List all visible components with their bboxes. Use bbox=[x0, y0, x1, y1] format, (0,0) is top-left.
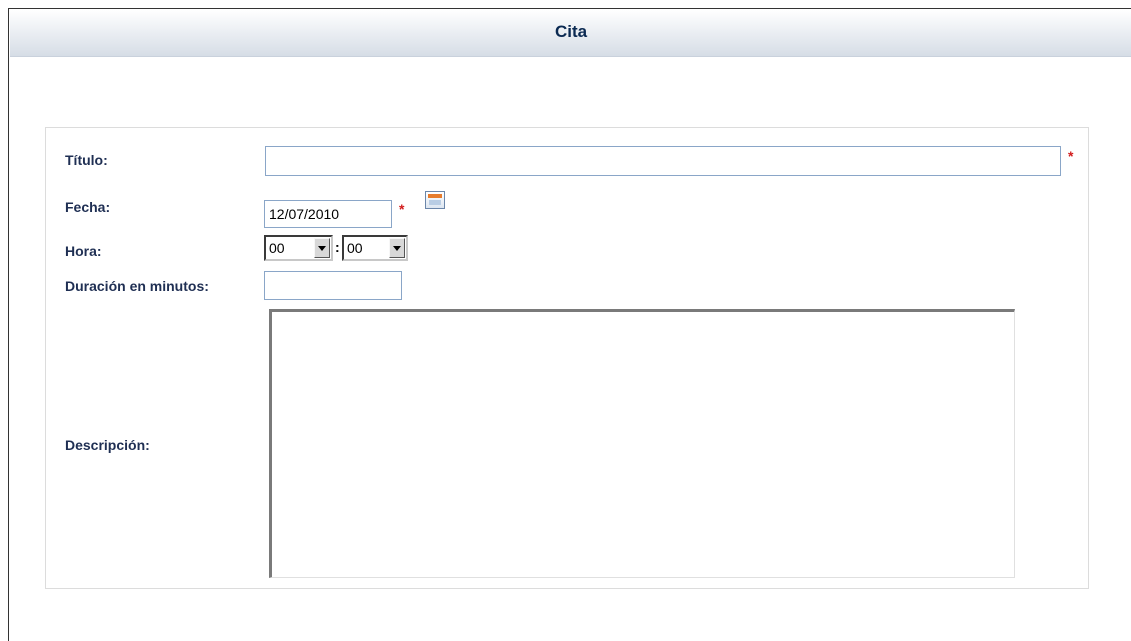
minute-select[interactable]: 00 bbox=[342, 235, 408, 261]
minute-select-value: 00 bbox=[347, 240, 363, 256]
duracion-label: Duración en minutos: bbox=[65, 278, 209, 294]
chevron-down-icon[interactable] bbox=[314, 238, 330, 258]
hour-select-value: 00 bbox=[269, 240, 285, 256]
titulo-required-marker: * bbox=[1068, 148, 1074, 164]
calendar-icon-body bbox=[429, 200, 441, 205]
chevron-down-icon[interactable] bbox=[389, 238, 405, 258]
hora-label: Hora: bbox=[65, 243, 102, 259]
calendar-icon-header bbox=[428, 194, 442, 198]
title-bar: Cita bbox=[10, 10, 1131, 57]
duracion-input[interactable] bbox=[264, 271, 402, 300]
fecha-input[interactable] bbox=[264, 200, 392, 228]
titulo-label: Título: bbox=[65, 152, 108, 168]
descripcion-textarea[interactable] bbox=[269, 309, 1015, 578]
fecha-label: Fecha: bbox=[65, 199, 111, 215]
hour-select[interactable]: 00 bbox=[264, 235, 333, 261]
page-title: Cita bbox=[554, 22, 588, 41]
calendar-icon[interactable] bbox=[425, 191, 445, 209]
titulo-input[interactable] bbox=[265, 146, 1061, 176]
fecha-required-marker: * bbox=[399, 201, 405, 217]
time-separator: : bbox=[335, 239, 340, 255]
descripcion-label: Descripción: bbox=[65, 437, 150, 453]
